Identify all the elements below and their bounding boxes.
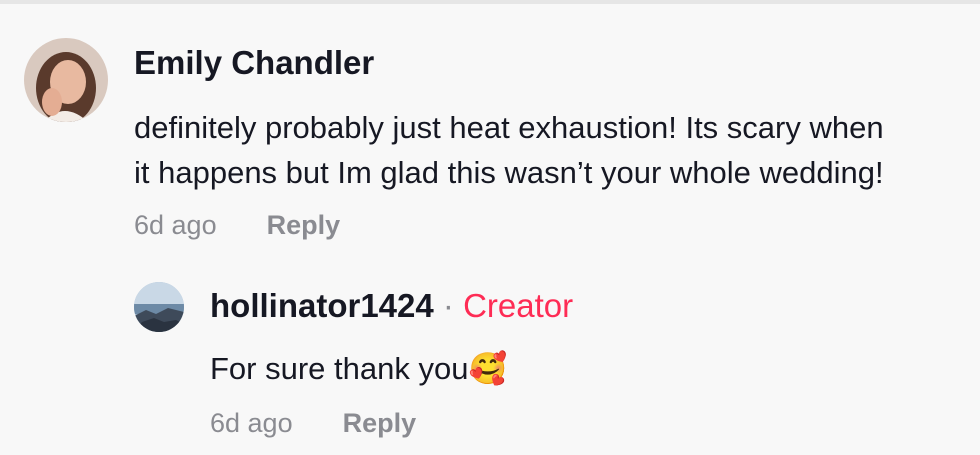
comment-meta: 6d ago Reply <box>134 210 340 241</box>
reply-item: hollinator1424 · Creator For sure thank … <box>0 260 980 455</box>
reply-meta: 6d ago Reply <box>210 408 416 439</box>
comment-username[interactable]: Emily Chandler <box>134 44 374 82</box>
reply-text-content: For sure thank you <box>210 351 469 386</box>
reply-username[interactable]: hollinator1424 <box>210 287 434 324</box>
comment-text-line: definitely probably just heat exhaustion… <box>134 110 884 145</box>
creator-badge: Creator <box>463 287 574 324</box>
reply-button[interactable]: Reply <box>267 210 341 240</box>
separator-dot: · <box>442 287 454 324</box>
smiling-face-with-hearts-icon: 🥰 <box>468 351 508 386</box>
reply-timestamp: 6d ago <box>210 408 293 438</box>
comment-timestamp: 6d ago <box>134 210 217 240</box>
comment-text: definitely probably just heat exhaustion… <box>134 105 884 195</box>
reply-text: For sure thank you🥰 <box>210 348 507 390</box>
avatar[interactable] <box>24 38 108 122</box>
comment-item: Emily Chandler definitely probably just … <box>0 0 980 260</box>
reply-header: hollinator1424 · Creator <box>210 287 573 325</box>
reply-button[interactable]: Reply <box>343 408 417 438</box>
comment-text-line: it happens but Im glad this wasn’t your … <box>134 155 884 190</box>
avatar[interactable] <box>134 282 184 332</box>
